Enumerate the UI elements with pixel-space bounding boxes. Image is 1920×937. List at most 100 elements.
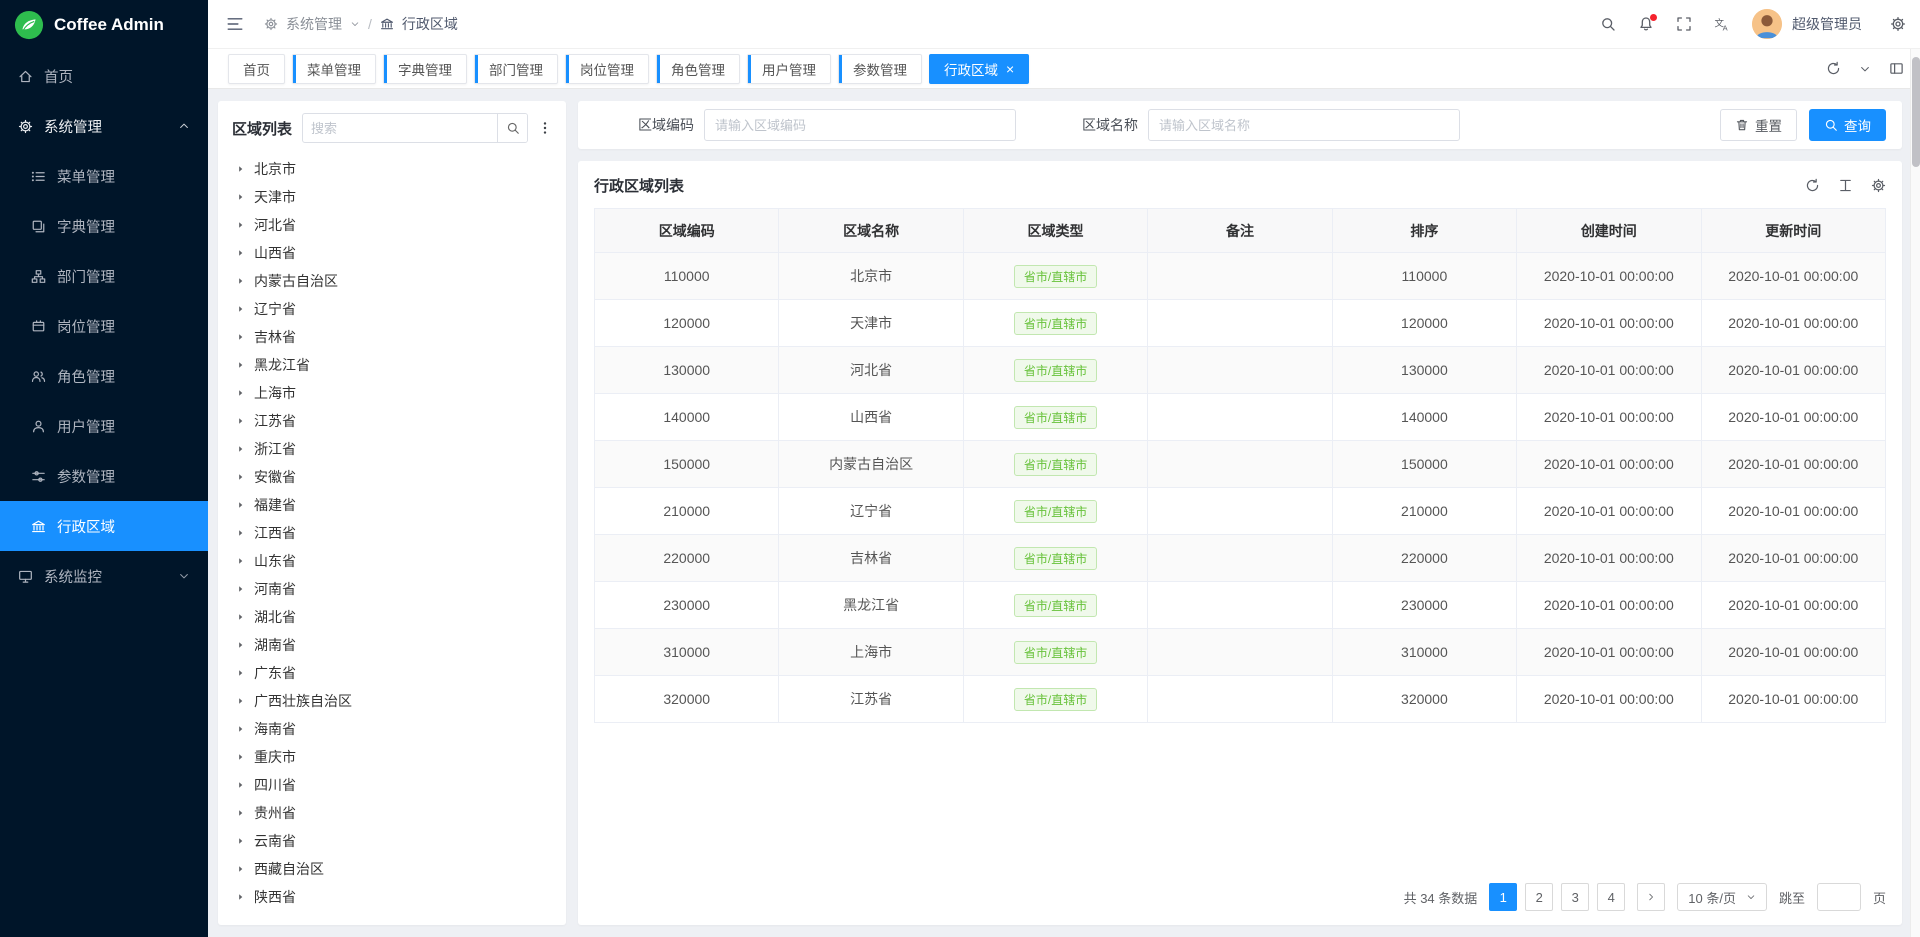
tree-item[interactable]: 海南省 (232, 715, 552, 743)
caret-right-icon[interactable] (236, 836, 245, 846)
tree-item[interactable]: 河南省 (232, 575, 552, 603)
caret-right-icon[interactable] (236, 276, 245, 286)
caret-right-icon[interactable] (236, 864, 245, 874)
caret-right-icon[interactable] (236, 500, 245, 510)
tree-item[interactable]: 辽宁省 (232, 295, 552, 323)
user-name[interactable]: 超级管理员 (1792, 14, 1862, 34)
caret-right-icon[interactable] (236, 808, 245, 818)
page-number-button[interactable]: 2 (1525, 883, 1553, 911)
tree-item[interactable]: 北京市 (232, 155, 552, 183)
page-size-select[interactable]: 10 条/页 (1677, 883, 1767, 911)
column-settings-gear-icon[interactable] (1871, 178, 1886, 193)
tab[interactable]: 字典管理 (383, 54, 467, 84)
caret-right-icon[interactable] (236, 556, 245, 566)
tree-item[interactable]: 湖南省 (232, 631, 552, 659)
jump-page-input[interactable] (1817, 883, 1861, 911)
table-column-header[interactable]: 创建时间 (1517, 209, 1701, 253)
panel-toggle-icon[interactable] (1889, 61, 1904, 76)
tree-item[interactable]: 贵州省 (232, 799, 552, 827)
tab[interactable]: 角色管理 (656, 54, 740, 84)
table-column-header[interactable]: 备注 (1148, 209, 1332, 253)
search-button[interactable]: 查询 (1809, 109, 1886, 141)
table-row[interactable]: 130000 河北省 省市/直辖市 130000 2020-10-01 00:0… (595, 347, 1886, 394)
tab[interactable]: 首页 (228, 54, 285, 84)
tree-item[interactable]: 西藏自治区 (232, 855, 552, 883)
caret-right-icon[interactable] (236, 528, 245, 538)
next-page-button[interactable] (1637, 883, 1665, 911)
reset-button[interactable]: 重置 (1720, 109, 1797, 141)
sidebar-group-system[interactable]: 系统管理 (0, 101, 208, 151)
refresh-icon[interactable] (1805, 178, 1820, 193)
caret-right-icon[interactable] (236, 444, 245, 454)
tree-item[interactable]: 江西省 (232, 519, 552, 547)
tree-item[interactable]: 天津市 (232, 183, 552, 211)
refresh-icon[interactable] (1826, 61, 1841, 76)
region-code-input[interactable] (704, 109, 1016, 141)
caret-right-icon[interactable] (236, 304, 245, 314)
table-row[interactable]: 150000 内蒙古自治区 省市/直辖市 150000 2020-10-01 0… (595, 441, 1886, 488)
tree-item[interactable]: 重庆市 (232, 743, 552, 771)
caret-right-icon[interactable] (236, 752, 245, 762)
sidebar-subitem[interactable]: 岗位管理 (0, 301, 208, 351)
table-row[interactable]: 120000 天津市 省市/直辖市 120000 2020-10-01 00:0… (595, 300, 1886, 347)
tree-item[interactable]: 安徽省 (232, 463, 552, 491)
region-name-input[interactable] (1148, 109, 1460, 141)
caret-right-icon[interactable] (236, 780, 245, 790)
caret-right-icon[interactable] (236, 724, 245, 734)
tree-item[interactable]: 湖北省 (232, 603, 552, 631)
caret-right-icon[interactable] (236, 612, 245, 622)
table-row[interactable]: 140000 山西省 省市/直辖市 140000 2020-10-01 00:0… (595, 394, 1886, 441)
table-row[interactable]: 320000 江苏省 省市/直辖市 320000 2020-10-01 00:0… (595, 676, 1886, 723)
tab-close-icon[interactable]: × (1006, 62, 1014, 76)
settings-gear-icon[interactable] (1890, 16, 1906, 32)
table-row[interactable]: 230000 黑龙江省 省市/直辖市 230000 2020-10-01 00:… (595, 582, 1886, 629)
caret-right-icon[interactable] (236, 332, 245, 342)
tab[interactable]: 菜单管理 (292, 54, 376, 84)
table-column-header[interactable]: 区域编码 (595, 209, 779, 253)
tree-item[interactable]: 山东省 (232, 547, 552, 575)
chevron-down-icon[interactable] (1859, 63, 1871, 75)
tree-item[interactable]: 江苏省 (232, 407, 552, 435)
caret-right-icon[interactable] (236, 416, 245, 426)
table-column-header[interactable]: 区域类型 (963, 209, 1147, 253)
notification-bell[interactable] (1638, 16, 1654, 32)
table-row[interactable]: 210000 辽宁省 省市/直辖市 210000 2020-10-01 00:0… (595, 488, 1886, 535)
tree-search-input[interactable] (303, 121, 497, 136)
page-number-button[interactable]: 4 (1597, 883, 1625, 911)
sidebar-collapse-icon[interactable] (226, 15, 244, 33)
tree-item[interactable]: 山西省 (232, 239, 552, 267)
tab[interactable]: 用户管理 (747, 54, 831, 84)
tree-item[interactable]: 广西壮族自治区 (232, 687, 552, 715)
tree-item[interactable]: 四川省 (232, 771, 552, 799)
sidebar-subitem[interactable]: 菜单管理 (0, 151, 208, 201)
sidebar-item-home[interactable]: 首页 (0, 51, 208, 101)
caret-right-icon[interactable] (236, 192, 245, 202)
caret-right-icon[interactable] (236, 696, 245, 706)
search-icon[interactable] (1600, 16, 1616, 32)
table-row[interactable]: 220000 吉林省 省市/直辖市 220000 2020-10-01 00:0… (595, 535, 1886, 582)
page-scrollbar[interactable] (1910, 49, 1920, 937)
caret-right-icon[interactable] (236, 164, 245, 174)
tree-search-button[interactable] (497, 114, 527, 142)
tree-item[interactable]: 内蒙古自治区 (232, 267, 552, 295)
caret-right-icon[interactable] (236, 668, 245, 678)
caret-right-icon[interactable] (236, 472, 245, 482)
sidebar-subitem[interactable]: 字典管理 (0, 201, 208, 251)
table-column-header[interactable]: 区域名称 (779, 209, 963, 253)
sidebar-subitem[interactable]: 部门管理 (0, 251, 208, 301)
table-row[interactable]: 310000 上海市 省市/直辖市 310000 2020-10-01 00:0… (595, 629, 1886, 676)
breadcrumb-root[interactable]: 系统管理 (286, 14, 342, 34)
caret-right-icon[interactable] (236, 360, 245, 370)
sidebar-group-monitor[interactable]: 系统监控 (0, 551, 208, 601)
caret-right-icon[interactable] (236, 248, 245, 258)
tree-item[interactable]: 云南省 (232, 827, 552, 855)
sidebar-subitem[interactable]: 行政区域 (0, 501, 208, 551)
row-height-icon[interactable] (1838, 178, 1853, 193)
table-column-header[interactable]: 排序 (1332, 209, 1516, 253)
tab[interactable]: 行政区域 × (929, 54, 1029, 84)
tab[interactable]: 部门管理 (474, 54, 558, 84)
tree-item[interactable]: 浙江省 (232, 435, 552, 463)
sidebar-subitem[interactable]: 参数管理 (0, 451, 208, 501)
tree-item[interactable]: 广东省 (232, 659, 552, 687)
table-column-header[interactable]: 更新时间 (1701, 209, 1885, 253)
